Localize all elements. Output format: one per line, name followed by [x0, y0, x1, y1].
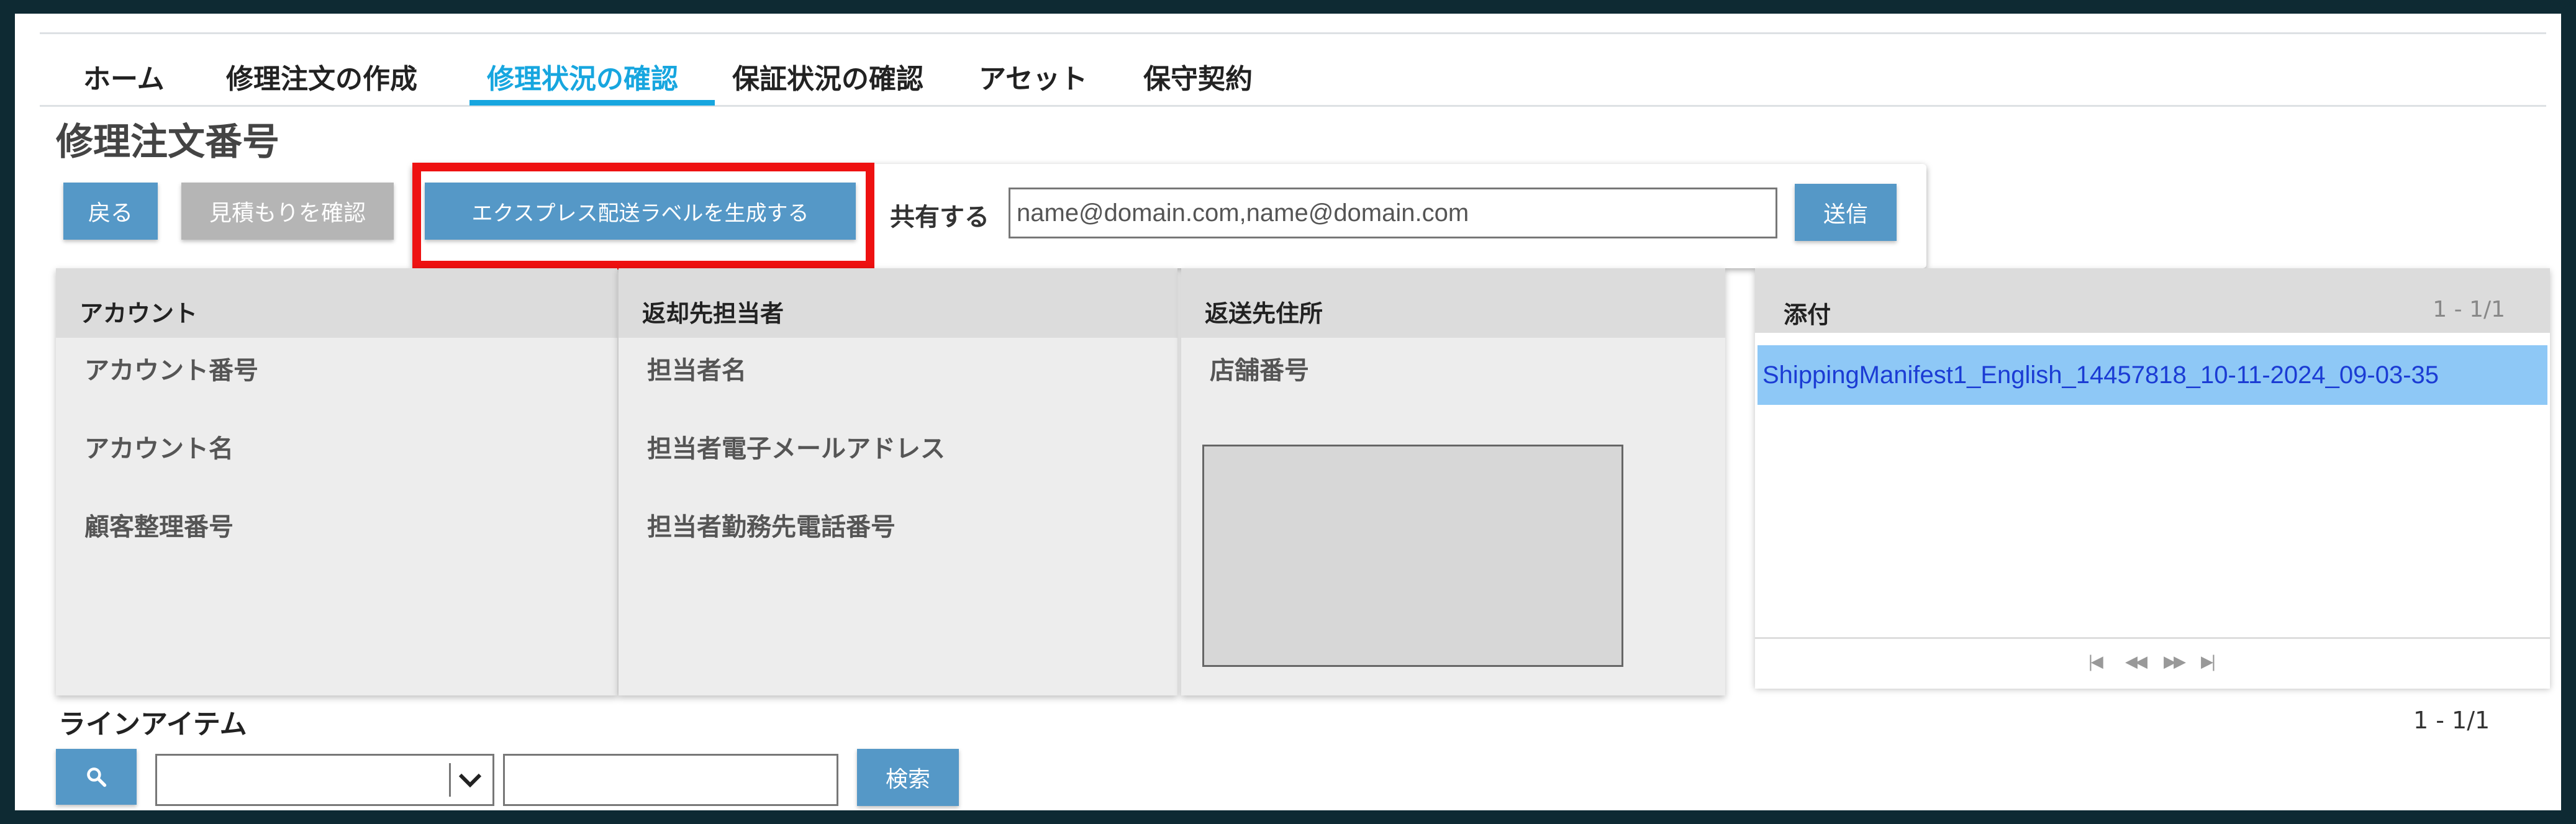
top-divider [40, 32, 2546, 34]
app-root: ホーム 修理注文の作成 修理状況の確認 保証状況の確認 アセット 保守契約 修理… [0, 0, 2576, 824]
return-address-textarea[interactable] [1202, 445, 1623, 667]
tab-create-repair-order[interactable]: 修理注文の作成 [226, 57, 417, 96]
contact-email-label: 担当者電子メールアドレス [647, 435, 945, 463]
prev-page-icon[interactable]: ◀◀ [2125, 653, 2147, 671]
return-contact-panel-header: 返却先担当者 [619, 268, 1177, 338]
generate-express-label-button[interactable]: エクスプレス配送ラベルを生成する [425, 183, 856, 240]
line-items-count: 1 - 1/1 [2413, 707, 2490, 734]
tab-assets[interactable]: アセット [979, 57, 1087, 96]
active-tab-indicator [469, 100, 715, 106]
back-button[interactable]: 戻る [63, 183, 158, 240]
return-contact-panel: 返却先担当者 担当者名 担当者電子メールアドレス 担当者勤務先電話番号 [619, 268, 1177, 695]
last-page-icon[interactable]: ▶| [2201, 653, 2216, 671]
store-number-label: 店舗番号 [1210, 356, 1309, 385]
search-button[interactable]: 検索 [857, 749, 959, 806]
account-panel-header: アカウント [56, 268, 617, 338]
select-divider [449, 763, 451, 797]
attachments-count: 1 - 1/1 [2433, 297, 2505, 322]
attachment-link[interactable]: ShippingManifest1_English_14457818_10-11… [1762, 361, 2439, 389]
account-number-label: アカウント番号 [84, 356, 258, 385]
line-items-title: ラインアイテム [58, 709, 247, 740]
send-button[interactable]: 送信 [1795, 184, 1897, 241]
return-address-panel: 返送先住所 店舗番号 [1181, 268, 1725, 695]
search-icon [87, 767, 107, 787]
contact-phone-label: 担当者勤務先電話番号 [647, 513, 896, 541]
return-address-panel-title: 返送先住所 [1205, 300, 1323, 327]
contact-name-label: 担当者名 [647, 356, 746, 385]
search-icon-button[interactable] [56, 749, 137, 805]
tab-repair-status[interactable]: 修理状況の確認 [487, 57, 678, 96]
tab-home[interactable]: ホーム [83, 57, 165, 96]
attachments-panel: 添付 1 - 1/1 ShippingManifest1_English_144… [1755, 268, 2550, 689]
tab-warranty-status[interactable]: 保証状況の確認 [732, 57, 923, 96]
share-email-input[interactable]: name@domain.com,name@domain.com [1009, 188, 1777, 238]
attachment-row[interactable]: ShippingManifest1_English_14457818_10-11… [1757, 345, 2547, 405]
return-contact-panel-title: 返却先担当者 [642, 300, 784, 327]
share-label: 共有する [890, 203, 989, 232]
account-panel: アカウント アカウント番号 アカウント名 顧客整理番号 [56, 268, 617, 695]
attachments-pager: |◀ ◀◀ ▶▶ ▶| [1755, 637, 2550, 689]
app-window: ホーム 修理注文の作成 修理状況の確認 保証状況の確認 アセット 保守契約 修理… [15, 14, 2561, 810]
main-nav: ホーム 修理注文の作成 修理状況の確認 保証状況の確認 アセット 保守契約 [40, 35, 2546, 107]
tab-maintenance-contracts[interactable]: 保守契約 [1143, 57, 1253, 96]
account-name-label: アカウント名 [84, 435, 234, 463]
filter-select[interactable] [155, 754, 494, 806]
first-page-icon[interactable]: |◀ [2088, 653, 2103, 671]
customer-reference-label: 顧客整理番号 [84, 513, 234, 541]
return-address-panel-header: 返送先住所 [1181, 268, 1725, 338]
line-items-search-input[interactable] [503, 754, 838, 806]
page-title: 修理注文番号 [56, 120, 279, 164]
account-panel-title: アカウント [79, 300, 198, 327]
view-quote-button[interactable]: 見積もりを確認 [181, 183, 394, 240]
attachments-title: 添付 [1784, 301, 1831, 328]
next-page-icon[interactable]: ▶▶ [2164, 653, 2186, 671]
attachments-header: 添付 1 - 1/1 [1755, 268, 2550, 333]
chevron-down-icon[interactable] [458, 772, 483, 788]
